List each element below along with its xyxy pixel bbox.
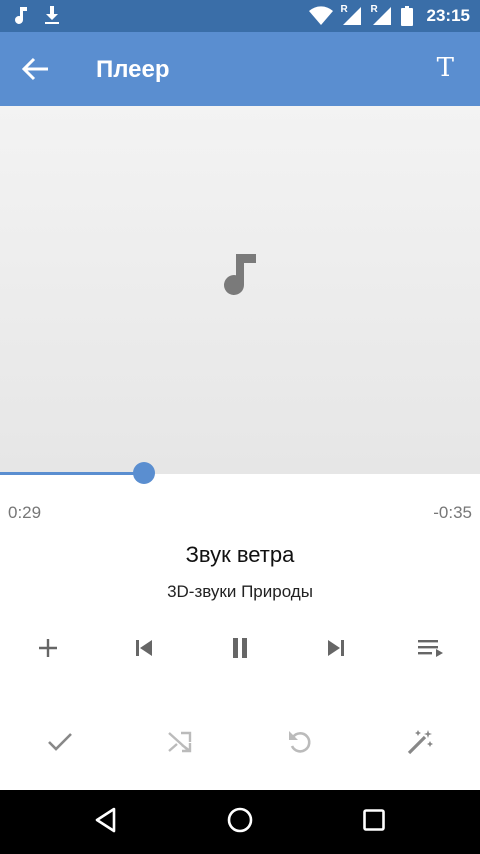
pause-icon (230, 637, 250, 664)
shuffle-button[interactable] (158, 724, 202, 764)
progress-fill (0, 472, 144, 475)
system-nav-bar (0, 790, 480, 854)
check-icon (47, 732, 73, 757)
square-recents-icon (362, 808, 386, 837)
progress-bar[interactable] (0, 462, 480, 484)
magic-wand-icon (406, 728, 434, 761)
circle-home-icon (226, 806, 254, 839)
nav-home-button[interactable] (218, 804, 262, 840)
page-title: Плеер (96, 56, 170, 83)
album-artwork (0, 106, 480, 474)
playlist-button[interactable] (410, 630, 454, 670)
roaming-mark: R (340, 4, 348, 15)
pause-button[interactable] (218, 630, 262, 670)
roaming-mark: R (370, 4, 378, 15)
add-button[interactable] (26, 630, 70, 670)
shuffle-icon (167, 730, 193, 759)
nav-back-button[interactable] (84, 804, 128, 840)
text-button[interactable]: T (437, 54, 454, 82)
skip-next-icon (326, 639, 346, 662)
add-icon (37, 637, 59, 664)
playlist-icon (418, 638, 446, 663)
music-note-icon (222, 252, 260, 301)
secondary-controls (0, 722, 480, 766)
equalizer-button[interactable] (398, 724, 442, 764)
playback-controls (0, 630, 480, 670)
wifi-icon (308, 6, 333, 26)
nav-recents-button[interactable] (352, 804, 396, 840)
status-left-icons (14, 5, 60, 25)
elapsed-time: 0:29 (8, 503, 42, 522)
skip-previous-icon (134, 639, 154, 662)
progress-thumb[interactable] (133, 462, 155, 484)
repeat-button[interactable] (278, 724, 322, 764)
arrow-back-icon[interactable] (21, 57, 50, 81)
download-icon (44, 5, 60, 25)
triangle-back-icon (94, 807, 118, 838)
repeat-icon (287, 729, 313, 760)
check-button[interactable] (38, 724, 82, 764)
remaining-time: -0:35 (433, 503, 472, 522)
app-bar: Плеер T (0, 32, 480, 106)
track-title: Звук ветра (185, 542, 295, 567)
battery-icon (400, 6, 413, 26)
status-right-icons: R R 23:15 (308, 4, 470, 28)
track-artist[interactable]: 3D-звуки Природы (0, 582, 480, 602)
status-time: 23:15 (426, 6, 470, 25)
music-note-icon (14, 5, 28, 25)
status-bar: R R 23:15 (0, 0, 480, 32)
previous-button[interactable] (122, 630, 166, 670)
next-button[interactable] (314, 630, 358, 670)
signal-r-icon: R (340, 4, 363, 26)
signal-r-icon: R (370, 4, 393, 26)
